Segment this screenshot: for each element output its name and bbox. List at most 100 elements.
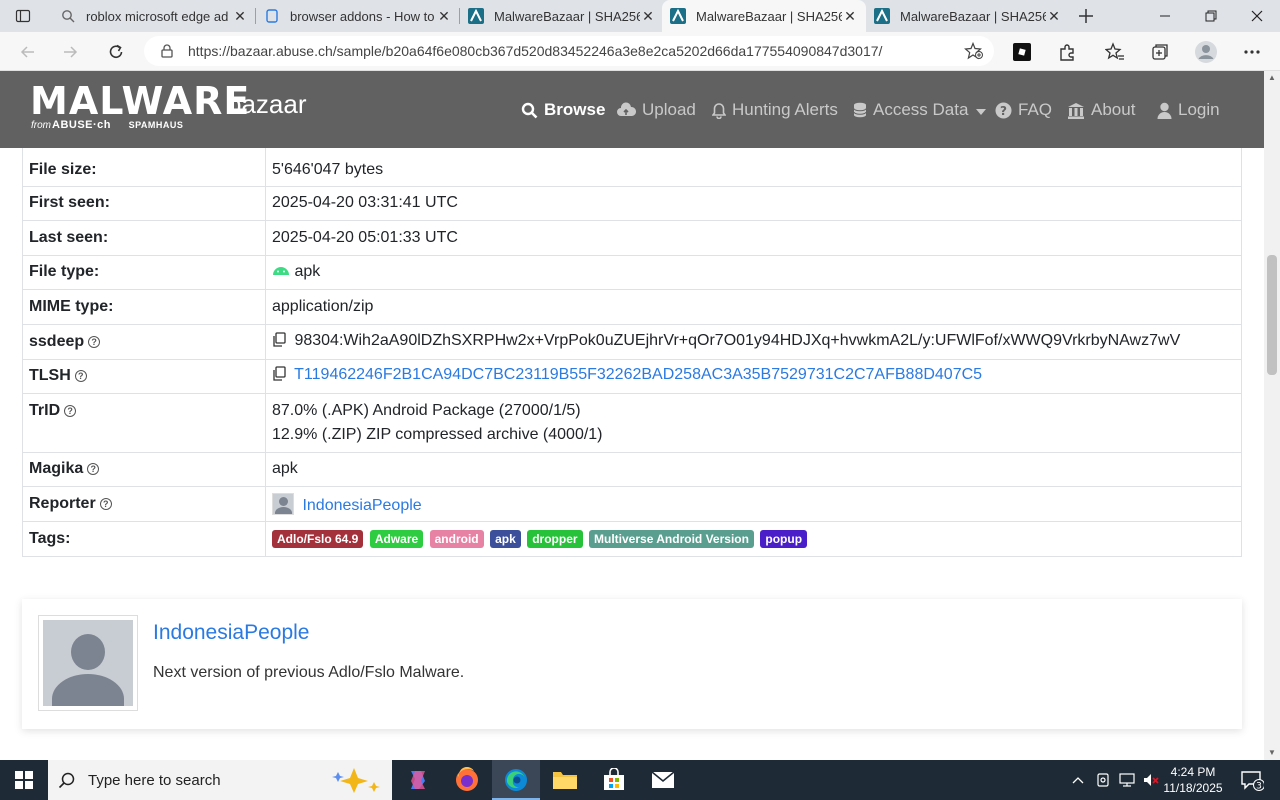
back-button[interactable] — [14, 38, 42, 66]
scroll-down-icon[interactable]: ▼ — [1267, 748, 1277, 758]
nav-label: Hunting Alerts — [732, 100, 838, 119]
collections-button[interactable] — [1148, 40, 1172, 64]
tab-5[interactable]: MalwareBazaar | SHA256 ✕ — [866, 0, 1070, 32]
extensions-button[interactable] — [1055, 40, 1079, 64]
table-row: File size: 5'646'047 bytes — [22, 148, 1242, 187]
mail-icon — [651, 771, 675, 788]
nav-browse[interactable]: Browse — [521, 98, 605, 122]
network-button[interactable] — [1116, 760, 1138, 800]
address-bar[interactable]: https://bazaar.abuse.ch/sample/b20a64f6e… — [144, 36, 994, 66]
taskbar-search[interactable]: Type here to search — [48, 760, 392, 800]
tag-badge[interactable]: Adware — [369, 529, 424, 548]
tlsh-link[interactable]: T119462246F2B1CA94DC7BC23119B55F32262BAD… — [294, 366, 982, 383]
logo-from-text: from — [31, 120, 51, 131]
file-explorer-app[interactable] — [541, 760, 589, 800]
tab-1[interactable]: roblox microsoft edge ad ✕ — [52, 0, 256, 32]
favorites-button[interactable] — [1103, 40, 1127, 64]
database-icon — [853, 102, 867, 118]
trid-line: 87.0% (.APK) Android Package (27000/1/5) — [272, 401, 581, 419]
logo-sub-text: bazaar — [227, 89, 307, 119]
collections-icon — [1152, 44, 1168, 60]
help-icon[interactable]: ? — [87, 463, 100, 475]
tab-4-active[interactable]: MalwareBazaar | SHA256 ✕ — [662, 0, 866, 32]
notification-center-button[interactable]: 3 — [1232, 760, 1272, 800]
restore-button[interactable] — [1188, 0, 1234, 32]
show-hidden-icons-button[interactable] — [1068, 760, 1088, 800]
nav-login[interactable]: Login — [1157, 98, 1220, 122]
tab-3[interactable]: MalwareBazaar | SHA256 ✕ — [460, 0, 664, 32]
store-app[interactable] — [590, 760, 638, 800]
volume-button[interactable] — [1140, 760, 1162, 800]
table-row: Reporter? IndonesiaPeople — [22, 486, 1242, 522]
copilot-icon — [411, 771, 425, 789]
nav-access-data[interactable]: Access Data — [853, 98, 987, 122]
url-text: https://bazaar.abuse.ch/sample/b20a64f6e… — [188, 43, 883, 59]
row-label: Tags: — [22, 521, 266, 557]
tag-badge[interactable]: Multiverse Android Version — [589, 529, 754, 548]
tag-badge[interactable]: apk — [490, 529, 521, 548]
copy-icon[interactable] — [272, 331, 286, 352]
tag-badge[interactable]: popup — [760, 529, 808, 548]
firefox-app[interactable] — [443, 760, 491, 800]
profile-avatar-icon — [1195, 41, 1217, 63]
roblox-extension-button[interactable] — [1010, 40, 1034, 64]
commenter-link[interactable]: IndonesiaPeople — [153, 621, 309, 645]
row-label: File type: — [22, 255, 266, 290]
nav-upload[interactable]: Upload — [616, 98, 696, 122]
new-tab-button[interactable] — [1074, 4, 1098, 28]
row-value: T119462246F2B1CA94DC7BC23119B55F32262BAD… — [265, 359, 1242, 394]
close-icon[interactable]: ✕ — [232, 8, 248, 24]
taskbar-clock[interactable]: 4:24 PM 11/18/2025 — [1162, 764, 1224, 796]
search-icon — [58, 772, 75, 789]
security-icon — [1097, 773, 1109, 787]
close-icon[interactable]: ✕ — [640, 8, 656, 24]
nav-faq[interactable]: ? FAQ — [995, 98, 1052, 122]
row-label-text: Magika — [29, 460, 84, 477]
forward-button[interactable] — [56, 38, 84, 66]
nav-about[interactable]: About — [1067, 98, 1135, 122]
close-icon[interactable]: ✕ — [842, 8, 858, 24]
user-icon — [1157, 102, 1172, 119]
minimize-button[interactable] — [1142, 0, 1188, 32]
help-icon[interactable]: ? — [74, 370, 87, 382]
android-icon — [272, 263, 290, 280]
start-button[interactable] — [0, 760, 48, 800]
tab-2[interactable]: browser addons - How to ✕ — [256, 0, 460, 32]
close-icon[interactable]: ✕ — [436, 8, 452, 24]
scrollbar-thumb[interactable] — [1267, 255, 1277, 375]
tag-badge[interactable]: android — [429, 529, 484, 548]
tag-badge[interactable]: Adlo/Fslo 64.9 — [272, 529, 364, 548]
row-value: IndonesiaPeople — [265, 486, 1242, 522]
tag-badge[interactable]: dropper — [527, 529, 583, 548]
nav-hunting-alerts[interactable]: Hunting Alerts — [712, 98, 838, 122]
tray-app-button[interactable] — [1093, 760, 1113, 800]
help-icon[interactable]: ? — [99, 497, 112, 510]
add-favorite-icon[interactable] — [964, 42, 984, 60]
more-icon — [1244, 50, 1260, 54]
settings-menu-button[interactable] — [1240, 40, 1264, 64]
nav-label: About — [1091, 100, 1136, 119]
page-scrollbar[interactable]: ▲ ▼ — [1264, 71, 1280, 760]
copy-icon[interactable] — [272, 366, 286, 386]
comment-text: Next version of previous Adlo/Fslo Malwa… — [153, 664, 465, 681]
help-icon[interactable]: ? — [88, 335, 101, 348]
row-label-text: TrID — [29, 401, 61, 419]
help-icon[interactable]: ? — [64, 404, 77, 417]
row-label-text: Reporter — [29, 494, 96, 512]
row-value: apk — [265, 255, 1242, 290]
main-content: File size: 5'646'047 bytes First seen: 2… — [0, 148, 1264, 760]
edge-app[interactable] — [492, 760, 540, 800]
tab-actions-button[interactable] — [0, 0, 46, 32]
profile-button[interactable] — [1194, 40, 1218, 64]
reporter-avatar — [272, 492, 294, 515]
refresh-button[interactable] — [102, 38, 130, 66]
search-placeholder: Type here to search — [88, 771, 221, 789]
reporter-link[interactable]: IndonesiaPeople — [302, 497, 421, 514]
row-label: Last seen: — [22, 220, 266, 256]
mail-app[interactable] — [639, 760, 687, 800]
scroll-up-icon[interactable]: ▲ — [1267, 73, 1277, 83]
store-icon — [604, 768, 624, 790]
close-window-button[interactable] — [1234, 0, 1280, 32]
copilot-app[interactable] — [394, 760, 442, 800]
close-icon[interactable]: ✕ — [1046, 8, 1062, 24]
